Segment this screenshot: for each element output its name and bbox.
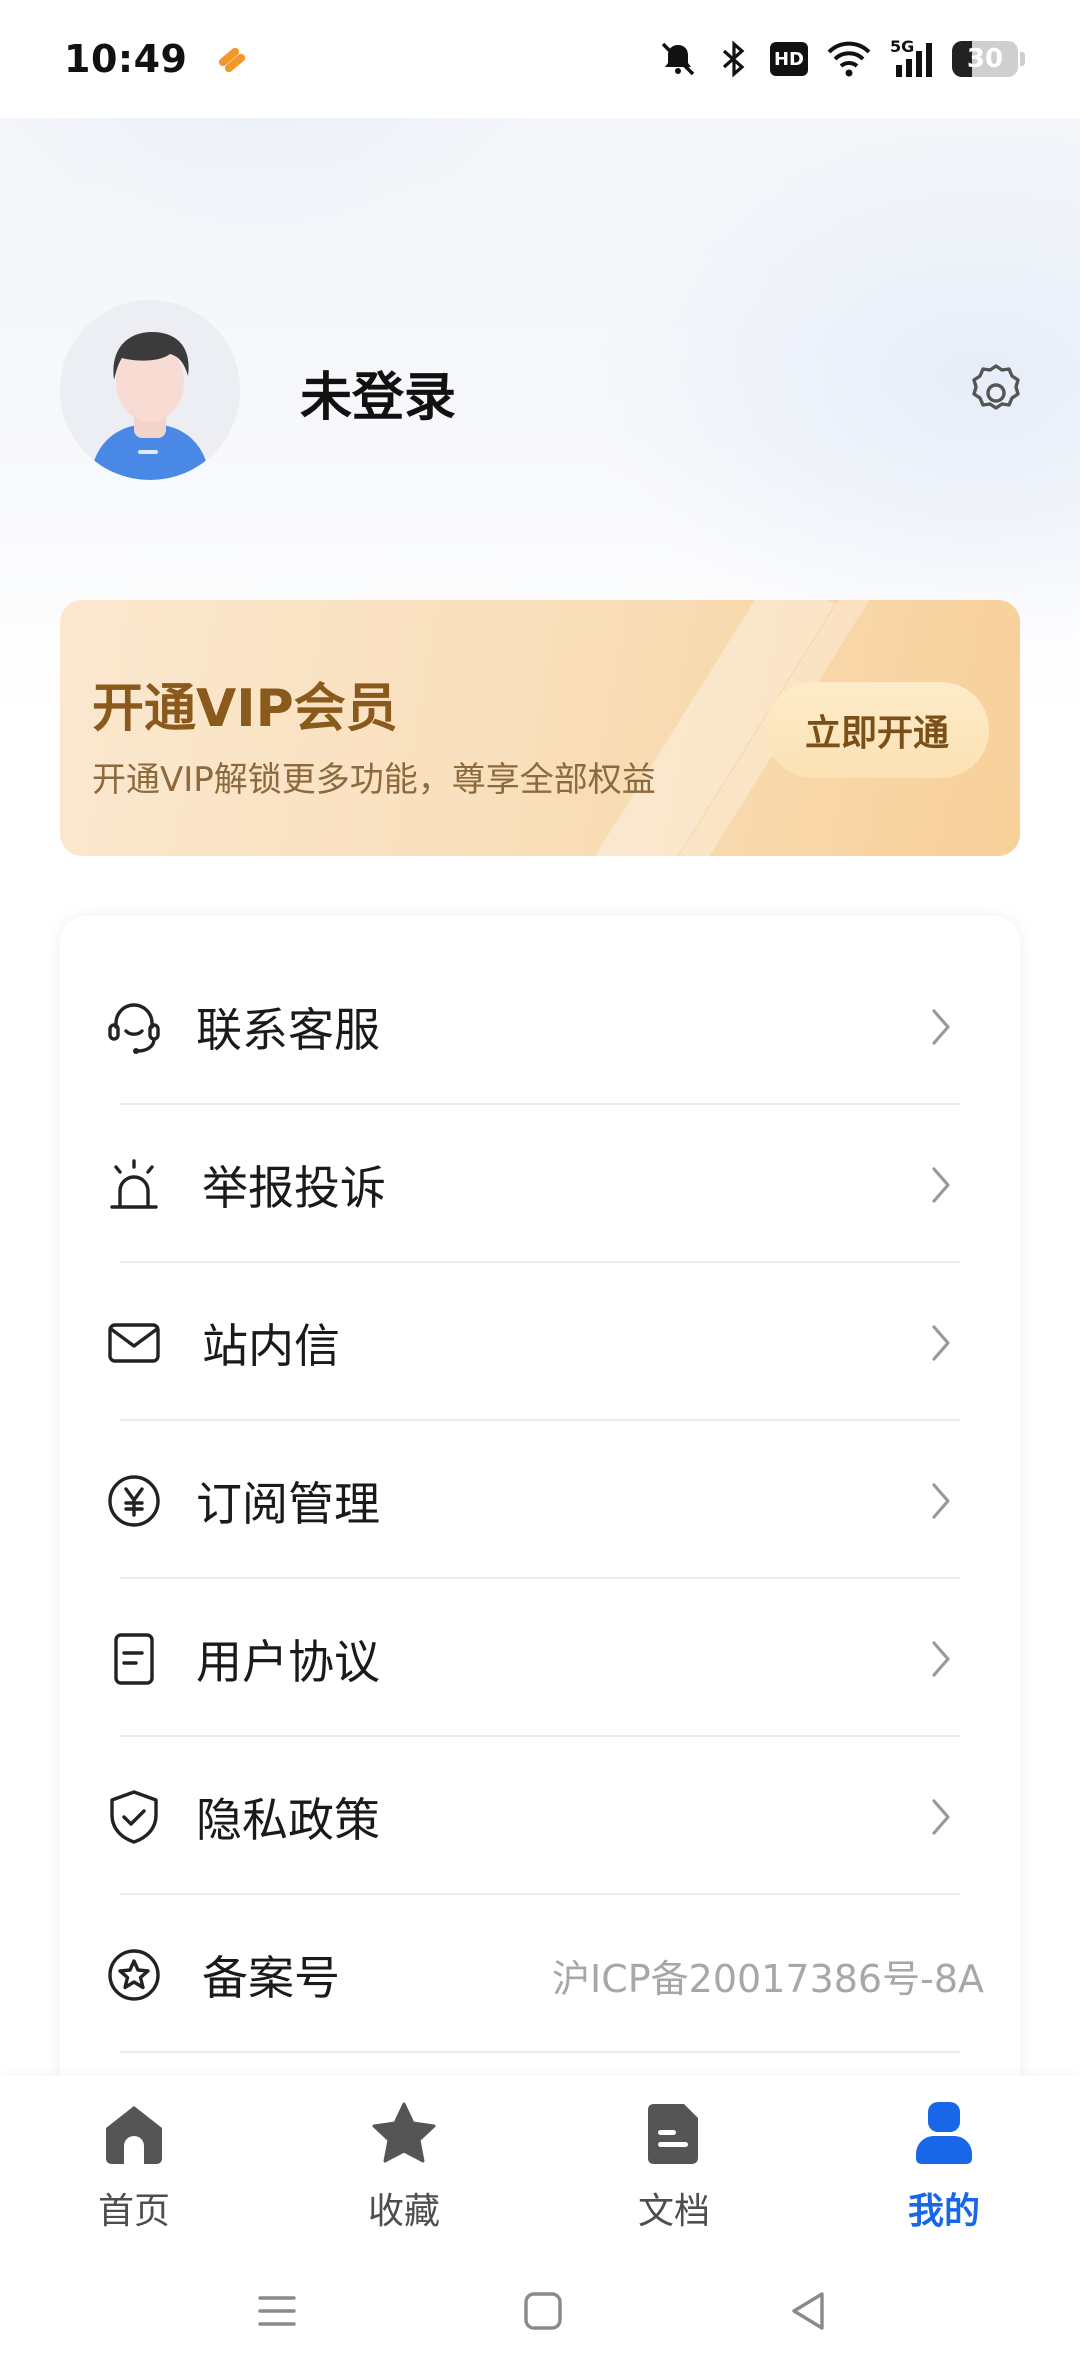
menu-divider: [120, 1735, 960, 1737]
nav-label: 首页: [97, 2191, 170, 2232]
nav-favorites[interactable]: 收藏: [314, 2100, 494, 2240]
nav-home[interactable]: 首页: [44, 2100, 224, 2240]
shield-icon: [110, 1790, 158, 1844]
bottom-nav: 首页 收藏 文档 我的: [0, 2076, 1080, 2246]
menu-item-icp-record: 备案号 沪ICP备20017386号-8A: [60, 1896, 1020, 2054]
menu-divider: [120, 1261, 960, 1263]
vip-banner[interactable]: 开通VIP会员 开通VIP解锁更多功能，尊享全部权益 立即开通: [60, 600, 1020, 856]
hd-badge: HD: [770, 42, 808, 76]
profile-page: 10:49 HD 5G 30 未登录 开通VIP会员 开通VIP解锁更多功能，尊…: [0, 0, 1080, 2376]
nav-documents[interactable]: 文档: [584, 2100, 764, 2240]
star-icon: [372, 2102, 436, 2163]
wifi-icon: [827, 41, 871, 77]
settings-gear-icon[interactable]: [966, 360, 1026, 420]
battery-indicator: 30: [952, 41, 1025, 77]
document-icon: [114, 1633, 154, 1685]
menu-divider: [120, 1893, 960, 1895]
login-status[interactable]: 未登录: [300, 355, 456, 430]
mute-bell-icon: [661, 42, 695, 76]
chevron-right-icon: [932, 1167, 950, 1203]
nav-mine[interactable]: 我的: [854, 2100, 1034, 2240]
home-icon: [106, 2106, 162, 2164]
chevron-right-icon: [932, 1483, 950, 1519]
home-square-icon[interactable]: [520, 2288, 566, 2334]
menu-divider: [120, 2051, 960, 2053]
headset-icon: [108, 1003, 160, 1054]
menu-label: 举报投诉: [202, 1161, 386, 1215]
star-circle-icon: [108, 1949, 160, 2001]
menu-item-contact-service[interactable]: 联系客服: [60, 948, 1020, 1106]
signal-icon: [896, 43, 932, 77]
chevron-right-icon: [932, 1009, 950, 1045]
vip-activate-button[interactable]: 立即开通: [765, 682, 989, 778]
menu-divider: [120, 1103, 960, 1105]
signal-indicator: 5G: [890, 37, 934, 79]
back-triangle-icon[interactable]: [786, 2288, 832, 2334]
file-icon: [648, 2104, 698, 2164]
menu-item-inbox[interactable]: 站内信: [60, 1264, 1020, 1422]
nav-label: 文档: [637, 2191, 710, 2232]
menu-item-subscription[interactable]: 订阅管理: [60, 1422, 1020, 1580]
vip-subtitle: 开通VIP解锁更多功能，尊享全部权益: [92, 760, 656, 800]
menu-item-user-agreement[interactable]: 用户协议: [60, 1580, 1020, 1738]
menu-divider: [120, 1419, 960, 1421]
status-icons: HD 5G 30: [658, 37, 1025, 79]
yen-icon: [108, 1475, 160, 1527]
avatar-icon: [60, 300, 240, 480]
menu-card: 联系客服 举报投诉 站内信 订阅管理 用户协议 隐私政策 备案号 沪ICP备20…: [60, 916, 1020, 2116]
menu-label: 隐私政策: [196, 1793, 380, 1847]
status-time: 10:49: [64, 37, 188, 81]
mail-icon: [108, 1323, 160, 1363]
avatar[interactable]: [60, 300, 240, 480]
menu-label: 站内信: [202, 1319, 340, 1373]
system-navigation-bar: [0, 2246, 1080, 2376]
menu-label: 备案号: [202, 1951, 340, 2005]
app-notification-icon: [219, 47, 246, 73]
nav-label: 收藏: [367, 2191, 440, 2232]
menu-item-privacy-policy[interactable]: 隐私政策: [60, 1738, 1020, 1896]
user-icon: [916, 2102, 972, 2164]
menu-item-report[interactable]: 举报投诉: [60, 1106, 1020, 1264]
menu-label: 联系客服: [196, 1003, 380, 1057]
chevron-right-icon: [932, 1325, 950, 1361]
menu-divider: [120, 1577, 960, 1579]
nav-label: 我的: [907, 2191, 980, 2232]
menu-lines-icon[interactable]: [254, 2288, 300, 2334]
status-bar: 10:49 HD 5G 30: [0, 0, 1080, 118]
chevron-right-icon: [932, 1641, 950, 1677]
vip-title: 开通VIP会员: [92, 679, 398, 739]
alarm-icon: [110, 1159, 158, 1209]
icp-number: 沪ICP备20017386号-8A: [552, 1956, 984, 2001]
menu-label: 用户协议: [196, 1635, 380, 1689]
chevron-right-icon: [932, 1799, 950, 1835]
menu-label: 订阅管理: [196, 1477, 380, 1531]
bluetooth-icon: [722, 40, 745, 78]
